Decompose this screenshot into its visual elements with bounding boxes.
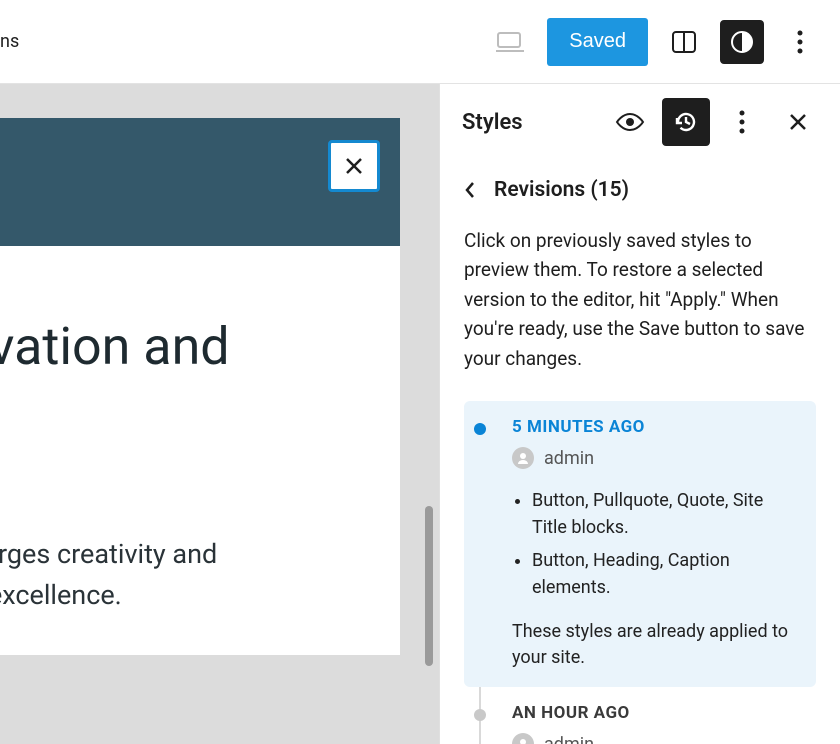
preview-body: ovation and y merges creativity and al e… <box>0 246 400 655</box>
page-preview-card: ovation and y merges creativity and al e… <box>0 118 400 655</box>
top-toolbar-right: Saved <box>489 18 822 66</box>
revisions-history-icon[interactable] <box>662 98 710 146</box>
preview-paragraph: merges creativity and al excellence. <box>0 534 400 615</box>
revision-note: These styles are already applied to your… <box>512 619 802 671</box>
revisions-help-text: Click on previously saved styles to prev… <box>464 226 816 373</box>
revision-author: admin <box>512 447 802 469</box>
stylebook-eye-icon[interactable] <box>606 98 654 146</box>
revision-change-item: Button, Heading, Caption elements. <box>532 547 802 601</box>
main-area: ovation and y merges creativity and al e… <box>0 84 840 744</box>
sidebar-toggle-icon[interactable] <box>662 20 706 64</box>
revision-author-name: admin <box>544 448 594 469</box>
chevron-left-icon <box>464 180 476 200</box>
timeline-dot-icon <box>474 709 486 721</box>
revision-time: 5 MINUTES AGO <box>512 417 802 437</box>
revision-author: admin <box>512 733 802 744</box>
sidebar-header: Styles <box>440 84 840 160</box>
revisions-list: 5 MINUTES AGO admin Button, Pullquote, Q… <box>464 401 816 744</box>
avatar-icon <box>512 447 534 469</box>
preview-heading: ovation and y <box>0 314 400 444</box>
heading-line: ovation and <box>0 316 230 377</box>
device-preview-icon[interactable] <box>489 20 533 64</box>
breadcrumb-fragment: ns <box>0 31 19 52</box>
close-preview-button[interactable] <box>328 140 380 192</box>
revisions-breadcrumb-label: Revisions (15) <box>494 178 629 202</box>
canvas-scrollbar[interactable] <box>425 506 433 666</box>
sidebar-title: Styles <box>462 110 598 135</box>
para-line: merges creativity and <box>0 538 217 570</box>
revision-time: AN HOUR AGO <box>512 703 802 723</box>
styles-contrast-icon[interactable] <box>720 20 764 64</box>
top-toolbar: ns Saved <box>0 0 840 84</box>
sidebar-body: Revisions (15) Click on previously saved… <box>440 160 840 744</box>
close-sidebar-button[interactable] <box>774 98 822 146</box>
timeline-dot-icon <box>474 423 486 435</box>
more-options-icon[interactable] <box>778 20 822 64</box>
para-line: al excellence. <box>0 579 122 611</box>
close-icon <box>343 155 365 177</box>
preview-header <box>0 118 400 246</box>
revision-changes: Button, Pullquote, Quote, Site Title blo… <box>512 487 802 601</box>
revision-change-item: Button, Pullquote, Quote, Site Title blo… <box>532 487 802 541</box>
revisions-breadcrumb[interactable]: Revisions (15) <box>464 178 816 202</box>
styles-sidebar: Styles Revisions (15) Click on previousl… <box>439 84 840 744</box>
avatar-icon <box>512 733 534 744</box>
sidebar-more-icon[interactable] <box>718 98 766 146</box>
revision-author-name: admin <box>544 734 594 744</box>
editor-canvas: ovation and y merges creativity and al e… <box>0 84 439 744</box>
revision-item[interactable]: AN HOUR AGO admin <box>464 687 816 744</box>
save-button[interactable]: Saved <box>547 18 648 66</box>
revision-item[interactable]: 5 MINUTES AGO admin Button, Pullquote, Q… <box>464 401 816 687</box>
